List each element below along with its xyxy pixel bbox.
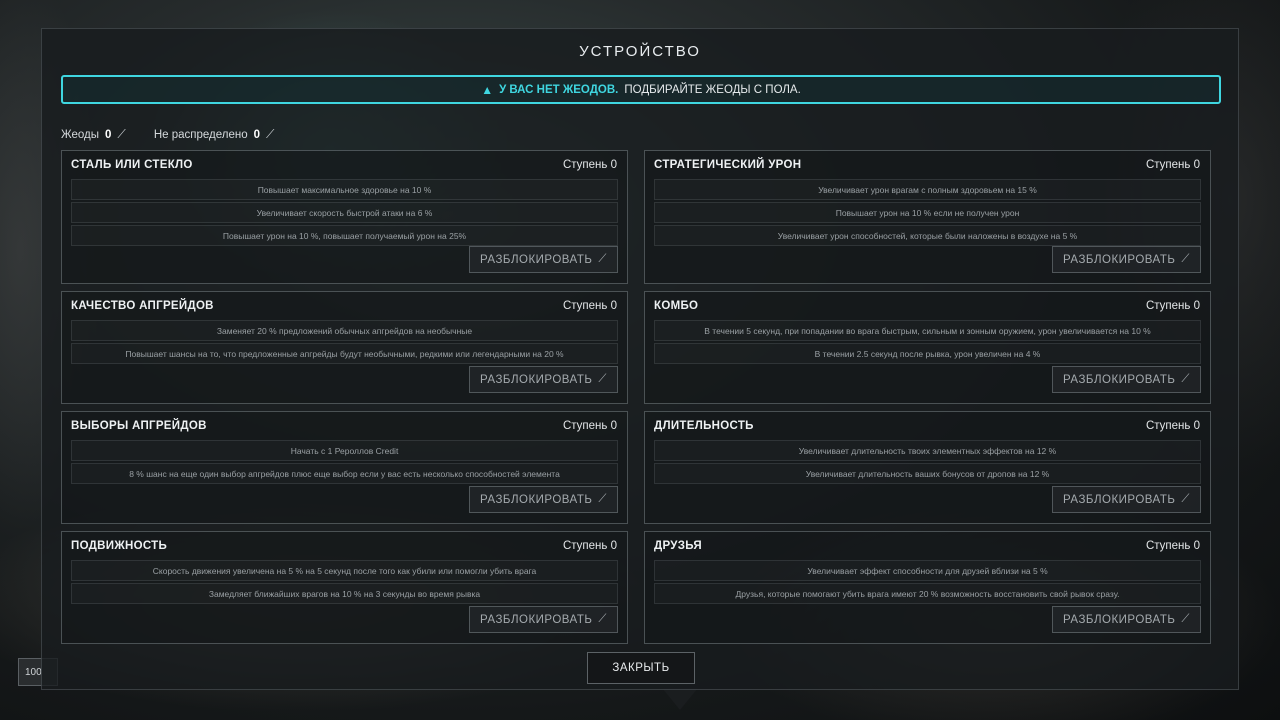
unlock-button[interactable]: РАЗБЛОКИРОВАТЬ ⟋ (1052, 246, 1201, 273)
effect-row: В течении 2.5 секунд после рывка, урон у… (654, 343, 1201, 364)
geode-icon: ⟋ (1181, 613, 1190, 625)
panel-title: УСТРОЙСТВО (579, 43, 701, 60)
geode-counters: Жеоды 0 ⟋ Не распределено 0 ⟋ (61, 127, 274, 142)
card-title: ПОДВИЖНОСТЬ (71, 540, 168, 552)
no-geodes-alert: ▲ У ВАС НЕТ ЖЕОДОВ. ПОДБИРАЙТЕ ЖЕОДЫ С П… (61, 75, 1221, 104)
upgrade-card: СТРАТЕГИЧЕСКИЙ УРОН Ступень 0 Увеличивае… (644, 150, 1211, 284)
unlock-label: РАЗБЛОКИРОВАТЬ (480, 613, 593, 626)
geode-icon: ⟋ (1181, 253, 1190, 265)
card-title: КОМБО (654, 300, 699, 312)
scroll-down-arrow-icon (662, 688, 698, 710)
effect-row: Увеличивает длительность твоих элементны… (654, 440, 1201, 461)
card-title: ДРУЗЬЯ (654, 540, 702, 552)
effect-row: Увеличивает эффект способности для друзе… (654, 560, 1201, 581)
card-stage: Ступень 0 (562, 159, 617, 171)
unlock-label: РАЗБЛОКИРОВАТЬ (1063, 373, 1176, 386)
card-title: СТРАТЕГИЧЕСКИЙ УРОН (654, 159, 802, 171)
effect-row: Увеличивает урон врагам с полным здоровь… (654, 179, 1201, 200)
effect-row: Повышает урон на 10 % если не получен ур… (654, 202, 1201, 223)
geode-icon: ⟋ (598, 373, 607, 385)
unlock-button[interactable]: РАЗБЛОКИРОВАТЬ ⟋ (1052, 486, 1201, 513)
card-title: ВЫБОРЫ АПГРЕЙДОВ (71, 420, 207, 432)
unlock-button[interactable]: РАЗБЛОКИРОВАТЬ ⟋ (469, 366, 618, 393)
card-effects: Начать с 1 Рероллов Credit 8 % шанс на е… (71, 440, 618, 486)
geode-icon: ⟋ (598, 613, 607, 625)
card-stage: Ступень 0 (1145, 300, 1200, 312)
geode-icon: ⟋ (266, 127, 275, 141)
card-effects: Заменяет 20 % предложений обычных апгрей… (71, 320, 618, 366)
card-effects: Скорость движения увеличена на 5 % на 5 … (71, 560, 618, 606)
unlock-button[interactable]: РАЗБЛОКИРОВАТЬ ⟋ (1052, 366, 1201, 393)
geode-icon: ⟋ (1181, 373, 1190, 385)
unlock-label: РАЗБЛОКИРОВАТЬ (480, 253, 593, 266)
card-stage: Ступень 0 (562, 300, 617, 312)
card-stage: Ступень 0 (562, 540, 617, 552)
upgrade-card: КОМБО Ступень 0 В течении 5 секунд, при … (644, 291, 1211, 404)
card-stage: Ступень 0 (1145, 159, 1200, 171)
geode-icon: ⟋ (1181, 493, 1190, 505)
alert-text: ПОДБИРАЙТЕ ЖЕОДЫ С ПОЛА. (624, 83, 801, 96)
effect-row: Увеличивает урон способностей, которые б… (654, 225, 1201, 246)
effect-row: В течении 5 секунд, при попадании во вра… (654, 320, 1201, 341)
effect-row: Повышает максимальное здоровье на 10 % (71, 179, 618, 200)
card-stage: Ступень 0 (1145, 540, 1200, 552)
unassigned-value: 0 (253, 128, 260, 141)
effect-row: Друзья, которые помогают убить врага име… (654, 583, 1201, 604)
alert-strong-text: У ВАС НЕТ ЖЕОДОВ. (499, 83, 619, 96)
effect-row: Увеличивает скорость быстрой атаки на 6 … (71, 202, 618, 223)
unassigned-label: Не распределено (153, 128, 248, 141)
geodes-counter: Жеоды 0 ⟋ (61, 127, 126, 142)
upgrade-card: ВЫБОРЫ АПГРЕЙДОВ Ступень 0 Начать с 1 Ре… (61, 411, 628, 524)
unlock-button[interactable]: РАЗБЛОКИРОВАТЬ ⟋ (469, 246, 618, 273)
unlock-button[interactable]: РАЗБЛОКИРОВАТЬ ⟋ (469, 606, 618, 633)
effect-row: Повышает урон на 10 %, повышает получаем… (71, 225, 618, 246)
effect-row: 8 % шанс на еще один выбор апгрейдов плю… (71, 463, 618, 484)
card-title: ДЛИТЕЛЬНОСТЬ (654, 420, 754, 432)
upgrade-card: ДРУЗЬЯ Ступень 0 Увеличивает эффект спос… (644, 531, 1211, 644)
unlock-label: РАЗБЛОКИРОВАТЬ (480, 373, 593, 386)
geode-icon: ⟋ (598, 253, 607, 265)
card-effects: Увеличивает урон врагам с полным здоровь… (654, 179, 1201, 248)
unlock-label: РАЗБЛОКИРОВАТЬ (1063, 253, 1176, 266)
geode-icon: ⟋ (117, 127, 126, 141)
effect-row: Повышает шансы на то, что предложенные а… (71, 343, 618, 364)
effect-row: Скорость движения увеличена на 5 % на 5 … (71, 560, 618, 581)
card-effects: Увеличивает длительность твоих элементны… (654, 440, 1201, 486)
effect-row: Замедляет ближайших врагов на 10 % на 3 … (71, 583, 618, 604)
upgrade-card: КАЧЕСТВО АПГРЕЙДОВ Ступень 0 Заменяет 20… (61, 291, 628, 404)
card-effects: В течении 5 секунд, при попадании во вра… (654, 320, 1201, 366)
unlock-label: РАЗБЛОКИРОВАТЬ (1063, 613, 1176, 626)
upgrade-card: ДЛИТЕЛЬНОСТЬ Ступень 0 Увеличивает длите… (644, 411, 1211, 524)
effect-row: Начать с 1 Рероллов Credit (71, 440, 618, 461)
unlock-button[interactable]: РАЗБЛОКИРОВАТЬ ⟋ (469, 486, 618, 513)
card-title: СТАЛЬ ИЛИ СТЕКЛО (71, 159, 193, 171)
card-title: КАЧЕСТВО АПГРЕЙДОВ (71, 300, 214, 312)
geodes-value: 0 (105, 128, 112, 141)
unlock-button[interactable]: РАЗБЛОКИРОВАТЬ ⟋ (1052, 606, 1201, 633)
close-button[interactable]: ЗАКРЫТЬ (587, 652, 695, 684)
unassigned-counter: Не распределено 0 ⟋ (154, 127, 275, 142)
geodes-label: Жеоды (61, 128, 99, 141)
card-effects: Повышает максимальное здоровье на 10 % У… (71, 179, 618, 248)
upgrade-card: ПОДВИЖНОСТЬ Ступень 0 Скорость движения … (61, 531, 628, 644)
card-effects: Увеличивает эффект способности для друзе… (654, 560, 1201, 606)
card-stage: Ступень 0 (562, 420, 617, 432)
upgrade-card: СТАЛЬ ИЛИ СТЕКЛО Ступень 0 Повышает макс… (61, 150, 628, 284)
effect-row: Заменяет 20 % предложений обычных апгрей… (71, 320, 618, 341)
device-panel: УСТРОЙСТВО ▲ У ВАС НЕТ ЖЕОДОВ. ПОДБИРАЙТ… (41, 28, 1239, 690)
warning-icon: ▲ (481, 82, 494, 97)
geode-icon: ⟋ (598, 493, 607, 505)
card-stage: Ступень 0 (1145, 420, 1200, 432)
effect-row: Увеличивает длительность ваших бонусов о… (654, 463, 1201, 484)
unlock-label: РАЗБЛОКИРОВАТЬ (1063, 493, 1176, 506)
unlock-label: РАЗБЛОКИРОВАТЬ (480, 493, 593, 506)
